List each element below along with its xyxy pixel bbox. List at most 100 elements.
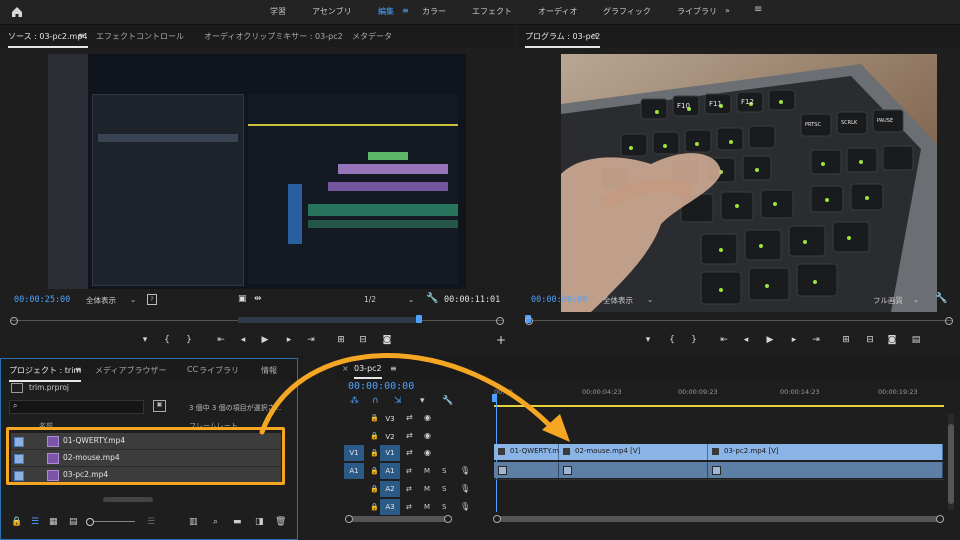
compare-icon[interactable]: ▤ [909,335,923,345]
sync-lock-icon[interactable]: ⇄ [406,503,412,511]
tab-info[interactable]: 情報 [261,365,277,376]
lock-icon[interactable]: 🔒 [370,503,379,511]
list-view-icon[interactable]: ☰ [31,517,39,527]
mark-in-icon[interactable]: { [160,335,174,345]
workspace-color[interactable]: カラー [422,6,446,17]
mute-button[interactable]: M [424,485,430,493]
lock-icon[interactable]: 🔒 [370,449,379,457]
lock-icon[interactable]: 🔒 [370,467,379,475]
lock-icon[interactable]: 🔒 [370,414,379,422]
add-button-icon[interactable]: + [494,333,508,347]
tab-project[interactable]: プロジェクト : trim [9,365,82,382]
source-patch-v1[interactable]: V1 [344,445,364,461]
eye-icon[interactable]: ◉ [424,448,431,457]
overwrite-icon[interactable]: ⊟ [356,335,370,345]
camera-icon[interactable]: ◙ [885,335,899,345]
snap-icon[interactable]: ∩ [372,396,379,406]
lift-icon[interactable]: ⊞ [839,335,853,345]
mute-button[interactable]: M [424,467,430,475]
lock-icon[interactable]: 🔒 [370,485,379,493]
mute-button[interactable]: M [424,503,430,511]
wrench-icon[interactable]: 🔧 [935,293,947,304]
microphone-icon[interactable]: 🎙 [460,466,470,475]
track-label-a3[interactable]: A3 [380,499,400,515]
solo-button[interactable]: S [442,467,446,475]
workspace-effects[interactable]: エフェクト [472,6,512,17]
marker-icon[interactable]: ▾ [138,335,152,345]
microphone-icon[interactable]: 🎙 [460,502,470,511]
tab-menu-icon[interactable]: ≡ [591,31,598,40]
automate-to-sequence-icon[interactable]: ▥ [189,517,198,527]
play-icon[interactable]: ▶ [763,335,777,345]
tab-sequence[interactable]: 03-pc2 [354,364,382,379]
new-bin-icon[interactable]: ▬ [233,517,242,527]
zoom-slider[interactable] [86,518,135,526]
trash-icon[interactable]: 🗑 [275,517,286,527]
workspace-menu-icon[interactable]: ≡ [402,6,409,15]
sync-lock-icon[interactable]: ⇄ [406,448,413,457]
playhead[interactable] [492,394,497,402]
audio-clip[interactable] [559,462,708,478]
add-marker-icon[interactable]: ▾ [420,396,425,406]
new-item-icon[interactable]: ◨ [255,517,264,527]
go-to-in-icon[interactable]: ⇤ [717,335,731,345]
workspace-learning[interactable]: 学習 [270,6,286,17]
timeline-settings-icon[interactable]: 🔧 [442,396,453,406]
go-to-in-icon[interactable]: ⇤ [214,335,228,345]
program-resolution-select[interactable]: フル画質 [873,295,903,306]
fit-icon[interactable]: ? [147,294,157,305]
workspace-editing[interactable]: 編集 [378,6,394,17]
step-forward-icon[interactable]: ▸ [282,335,296,345]
tab-menu-icon[interactable]: ≡ [75,365,82,374]
play-icon[interactable]: ▶ [258,335,272,345]
workspace-more-icon[interactable]: » [725,6,730,15]
audio-clip[interactable] [708,462,943,478]
audio-clip[interactable] [494,462,559,478]
wrench-icon[interactable]: 🔧 [426,293,438,304]
timeline-timecode[interactable]: 00:00:00:00 [348,381,414,392]
track-label-v2[interactable]: V2 [380,429,400,445]
tab-menu-icon[interactable]: ≡ [390,364,397,373]
close-icon[interactable]: × [342,364,349,373]
workspaces-menu-icon[interactable]: ≡ [754,4,762,15]
source-timecode[interactable]: 00:00:25:00 [14,295,70,305]
new-bin-from-search-icon[interactable]: ▣ [153,400,166,412]
insert-icon[interactable]: ⊞ [334,335,348,345]
home-icon[interactable] [10,5,24,19]
tab-source[interactable]: ソース : 03-pc2.mp4 [8,31,88,48]
sync-lock-icon[interactable]: ⇄ [406,431,413,440]
sync-lock-icon[interactable]: ⇄ [406,413,413,422]
sort-icon[interactable]: ☰ [147,517,155,527]
workspace-audio[interactable]: オーディオ [538,6,577,17]
marker-icon[interactable]: ▾ [641,335,655,345]
chevron-down-icon[interactable]: ⌄ [647,295,653,304]
go-to-out-icon[interactable]: ⇥ [304,335,318,345]
source-zoom-select[interactable]: 全体表示 [86,295,116,306]
program-scrub-bar[interactable] [525,315,953,325]
tab-program[interactable]: プログラム : 03-pc2 [525,31,601,48]
step-back-icon[interactable]: ◂ [236,335,250,345]
eye-icon[interactable]: ◉ [424,431,431,440]
tab-metadata[interactable]: メタデータ [352,31,392,42]
step-back-icon[interactable]: ◂ [739,335,753,345]
icon-view-icon[interactable]: ▦ [49,517,58,527]
go-to-out-icon[interactable]: ⇥ [809,335,823,345]
find-icon[interactable]: ⌕ [213,517,218,527]
linked-selection-icon[interactable]: ⇲ [394,396,402,406]
chevron-down-icon[interactable]: ⌄ [130,295,136,304]
tab-effect-controls[interactable]: エフェクトコントロール [96,31,184,42]
source-patch-a1[interactable]: A1 [344,463,364,479]
extract-icon[interactable]: ⊟ [863,335,877,345]
solo-button[interactable]: S [442,503,446,511]
workspace-assembly[interactable]: アセンブリ [312,6,352,17]
track-label-a2[interactable]: A2 [380,481,400,497]
program-zoom-select[interactable]: 全体表示 [603,295,633,306]
source-resolution-select[interactable]: 1/2 [364,295,376,304]
drag-video-icon[interactable]: ⇹ [254,294,262,304]
workspace-libraries[interactable]: ライブラリ [677,6,717,17]
lock-icon[interactable]: 🔒 [11,517,22,527]
step-forward-icon[interactable]: ▸ [787,335,801,345]
sync-lock-icon[interactable]: ⇄ [406,467,412,475]
track-label-v3[interactable]: V3 [380,411,400,427]
tab-menu-icon[interactable]: ≡ [78,31,85,40]
